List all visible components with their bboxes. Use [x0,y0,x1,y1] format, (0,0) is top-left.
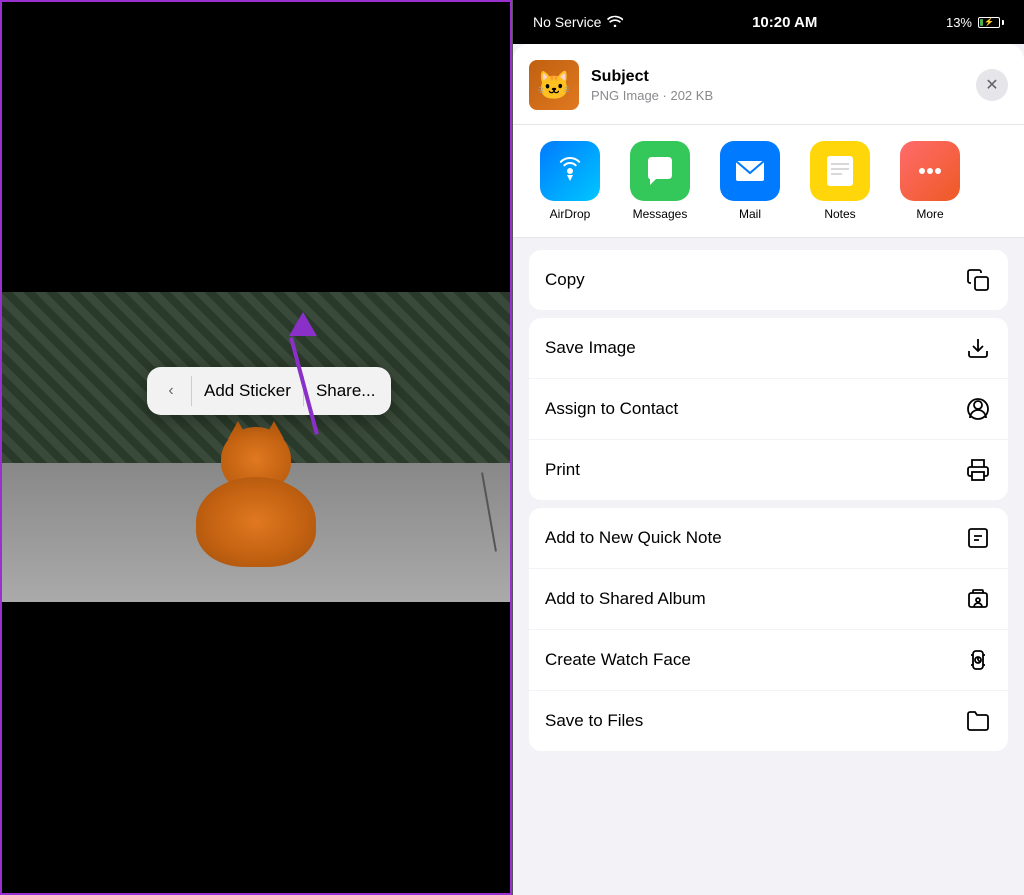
action-save-image[interactable]: Save Image [529,318,1008,379]
save-files-icon [964,707,992,735]
status-time: 10:20 AM [752,14,817,31]
quick-note-label: Add to New Quick Note [545,528,722,548]
purple-arrow [282,312,317,436]
app-icon-airdrop[interactable]: AirDrop [525,141,615,221]
action-card-group2: Add to New Quick Note Add to Shared Albu… [529,508,1008,751]
quick-note-icon [964,524,992,552]
cat-body [196,477,316,567]
save-files-label: Save to Files [545,711,643,731]
no-service-text: No Service [533,14,601,30]
app-icon-mail[interactable]: Mail [705,141,795,221]
bottom-black [2,602,510,893]
messages-label: Messages [633,207,688,221]
battery-tip [1002,20,1004,25]
action-save-files[interactable]: Save to Files [529,691,1008,751]
app-icon-more[interactable]: More [885,141,975,221]
thumbnail-icon: 🐱 [537,69,572,102]
photo-background [2,292,510,602]
status-right: 13% ⚡ [946,15,1004,30]
assign-contact-icon [964,395,992,423]
share-title: Subject [591,68,964,86]
action-print[interactable]: Print [529,440,1008,500]
shared-album-label: Add to Shared Album [545,589,706,609]
share-thumbnail: 🐱 [529,60,579,110]
action-watch-face[interactable]: Create Watch Face [529,630,1008,691]
print-label: Print [545,460,580,480]
action-card-group1: Save Image Assign to Contact [529,318,1008,500]
context-menu: ‹ Add Sticker Share... [147,367,391,415]
messages-icon [630,141,690,201]
share-sheet: 🐱 Subject PNG Image · 202 KB ✕ [513,44,1024,895]
notes-label: Notes [824,207,855,221]
battery-fill [980,19,983,26]
action-quick-note[interactable]: Add to New Quick Note [529,508,1008,569]
context-menu-share[interactable]: Share... [312,371,380,411]
airdrop-icon [540,141,600,201]
share-subtitle: PNG Image · 202 KB [591,88,964,103]
action-assign-contact[interactable]: Assign to Contact [529,379,1008,440]
app-icons-row: AirDrop Messages Mail [513,125,1024,238]
charging-icon: ⚡ [984,18,994,27]
context-menu-back-arrow[interactable]: ‹ [159,379,183,403]
status-left: No Service [533,14,623,30]
mail-icon [720,141,780,201]
action-list: Copy Save Image [513,238,1024,895]
action-shared-album[interactable]: Add to Shared Album [529,569,1008,630]
app-icon-messages[interactable]: Messages [615,141,705,221]
share-header: 🐱 Subject PNG Image · 202 KB ✕ [513,44,1024,125]
context-menu-divider [191,376,192,406]
watch-face-label: Create Watch Face [545,650,691,670]
copy-icon [964,266,992,294]
photo-area [2,292,510,602]
close-icon: ✕ [985,75,998,95]
notes-icon [810,141,870,201]
action-copy[interactable]: Copy [529,250,1008,310]
more-icon [900,141,960,201]
airdrop-label: AirDrop [550,207,591,221]
wifi-icon [607,15,623,30]
top-black [2,2,510,292]
assign-contact-label: Assign to Contact [545,399,678,419]
share-info: Subject PNG Image · 202 KB [591,68,964,103]
close-button[interactable]: ✕ [976,69,1008,101]
battery-indicator: ⚡ [978,17,1004,28]
status-bar: No Service 10:20 AM 13% ⚡ [513,0,1024,44]
battery-percent: 13% [946,15,972,30]
right-panel: No Service 10:20 AM 13% ⚡ 🐱 [512,0,1024,895]
print-icon [964,456,992,484]
copy-label: Copy [545,270,585,290]
save-image-icon [964,334,992,362]
mail-label: Mail [739,207,761,221]
more-label: More [916,207,943,221]
arrow-line [289,337,319,435]
watch-face-icon [964,646,992,674]
action-card-copy: Copy [529,250,1008,310]
context-menu-add-sticker[interactable]: Add Sticker [200,371,295,411]
left-panel: ‹ Add Sticker Share... [0,0,512,895]
app-icon-notes[interactable]: Notes [795,141,885,221]
arrow-head [289,312,317,336]
shared-album-icon [964,585,992,613]
save-image-label: Save Image [545,338,636,358]
